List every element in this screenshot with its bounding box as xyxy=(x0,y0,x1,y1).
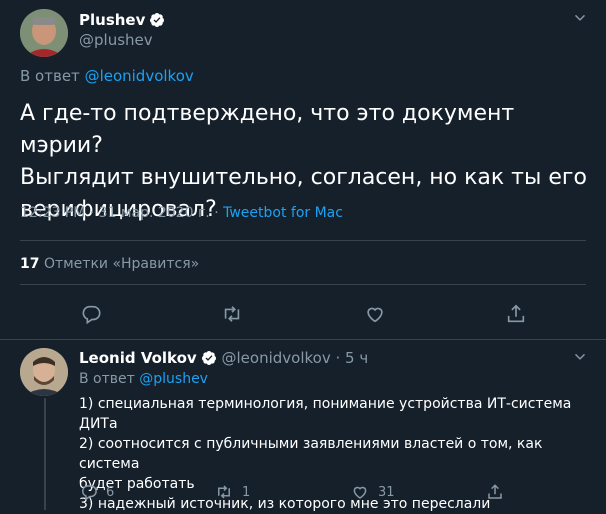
tweet-timestamp[interactable]: 12:23 PM · 31 мар. 2020 г. · xyxy=(20,205,223,221)
reply-to-link[interactable]: @leonidvolkov xyxy=(85,67,194,85)
reply-text-line: 2) соотносится с публичными заявлениями … xyxy=(79,436,543,472)
reply-author-row: Leonid Volkov @leonidvolkov · 5 ч xyxy=(79,349,368,367)
like-count: 31 xyxy=(378,485,395,500)
reply-count: 6 xyxy=(106,485,115,500)
tweet-meta: 12:23 PM · 31 мар. 2020 г. · Tweetbot fo… xyxy=(20,205,343,221)
likes-count: 17 xyxy=(20,256,40,272)
share-icon[interactable] xyxy=(505,303,527,325)
tweet-text-line: А где-то подтверждено, что это документ … xyxy=(20,101,515,158)
likes-summary[interactable]: 17 Отметки «Нравится» xyxy=(20,256,199,272)
reply-to-link[interactable]: @plushev xyxy=(139,371,208,387)
reply-prefix: В ответ xyxy=(20,67,80,85)
likes-label: Отметки «Нравится» xyxy=(43,256,200,272)
author-name-text[interactable]: Plushev xyxy=(79,11,145,29)
reply-icon[interactable] xyxy=(80,303,102,325)
divider xyxy=(20,284,586,285)
leonid-volkov-avatar[interactable] xyxy=(20,348,68,396)
reply-to-line: В ответ @plushev xyxy=(79,371,208,387)
divider xyxy=(0,339,606,340)
reply-author-handle[interactable]: @leonidvolkov xyxy=(222,349,331,367)
author-name[interactable]: Plushev xyxy=(79,11,165,29)
reply-author-name[interactable]: Leonid Volkov xyxy=(79,349,197,367)
tweet-text-line: Выглядит внушительно, согласен, но как т… xyxy=(20,165,587,190)
divider xyxy=(20,240,586,241)
author-handle[interactable]: @plushev xyxy=(79,31,153,49)
reply-text: 1) специальная терминология, понимание у… xyxy=(79,394,599,514)
reply-text-line: 1) специальная терминология, понимание у… xyxy=(79,396,572,432)
chevron-down-icon[interactable] xyxy=(571,9,589,27)
heart-icon[interactable] xyxy=(364,303,386,325)
chevron-down-icon[interactable] xyxy=(571,348,589,366)
plushev-avatar[interactable] xyxy=(20,9,68,57)
verified-badge-icon xyxy=(150,13,165,27)
reply-to-line: В ответ @leonidvolkov xyxy=(20,67,194,85)
tweet-source[interactable]: Tweetbot for Mac xyxy=(223,205,343,221)
reply-text-line: 3) надежный источник, из которого мне эт… xyxy=(79,496,491,512)
share-icon[interactable] xyxy=(486,483,504,501)
heart-icon[interactable] xyxy=(351,483,369,501)
retweet-icon[interactable] xyxy=(215,483,233,501)
reply-text-line: будет работать xyxy=(79,476,195,492)
thread-line xyxy=(44,398,46,510)
reply-time-ago[interactable]: · 5 ч xyxy=(335,349,368,367)
retweet-icon[interactable] xyxy=(221,303,243,325)
retweet-count: 1 xyxy=(242,485,251,500)
verified-badge-icon xyxy=(201,351,216,365)
reply-icon[interactable] xyxy=(80,483,98,501)
reply-prefix: В ответ xyxy=(79,371,135,387)
